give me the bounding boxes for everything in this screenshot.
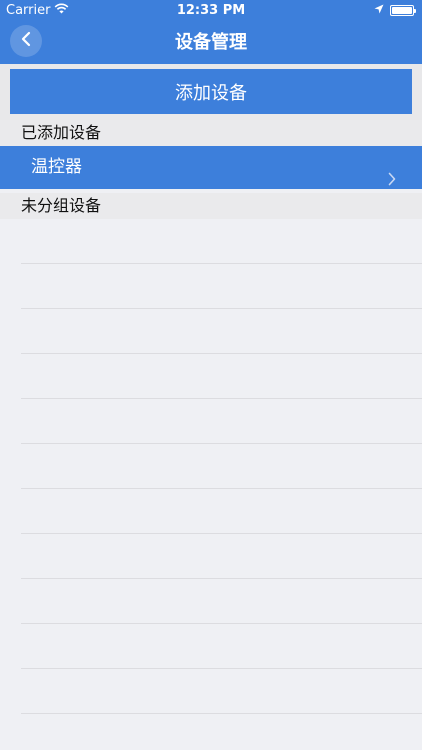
list-separator xyxy=(21,263,422,264)
list-separator xyxy=(21,353,422,354)
add-device-container: 添加设备 xyxy=(0,64,422,120)
list-separator xyxy=(21,398,422,399)
add-device-button[interactable]: 添加设备 xyxy=(10,69,412,114)
list-separator xyxy=(21,623,422,624)
navigation-bar: 设备管理 xyxy=(0,22,422,64)
ungrouped-device-list xyxy=(0,219,422,750)
device-item-thermostat[interactable]: 温控器 xyxy=(0,146,422,189)
battery-icon xyxy=(390,5,416,16)
top-bar: Carrier 12:33 PM 设备管理 xyxy=(0,0,422,64)
status-bar: Carrier 12:33 PM xyxy=(0,0,422,22)
list-separator xyxy=(21,668,422,669)
page-title: 设备管理 xyxy=(175,32,247,53)
section-header-ungrouped: 未分组设备 xyxy=(0,193,422,219)
status-right xyxy=(374,3,416,18)
status-time: 12:33 PM xyxy=(176,3,246,18)
section-header-added: 已添加设备 xyxy=(0,120,422,146)
list-separator xyxy=(21,308,422,309)
list-separator xyxy=(21,578,422,579)
location-arrow-icon xyxy=(374,3,384,18)
device-item-label: 温控器 xyxy=(31,157,82,177)
list-separator xyxy=(21,443,422,444)
list-separator xyxy=(21,533,422,534)
list-separator xyxy=(21,488,422,489)
list-separator xyxy=(21,713,422,714)
